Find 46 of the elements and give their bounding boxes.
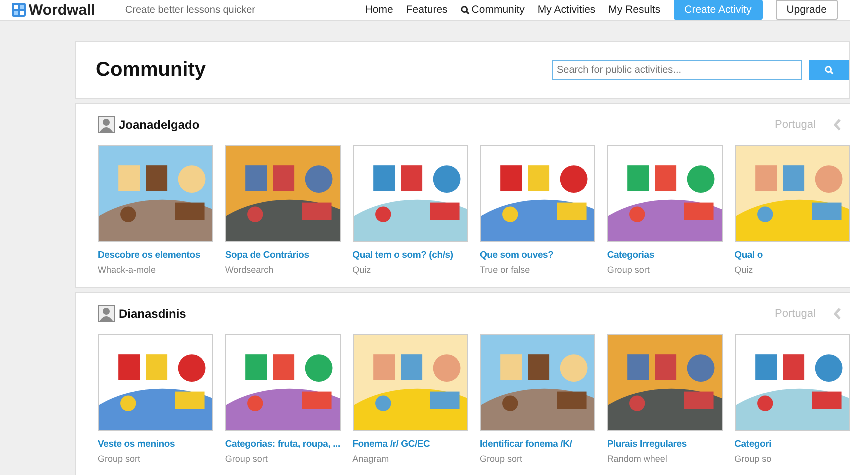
activity-type: Quiz: [352, 265, 372, 275]
activity-title[interactable]: Veste os meninos: [98, 439, 176, 450]
username[interactable]: Dianasdinis: [119, 306, 186, 320]
create-activity-button[interactable]: Create Activity: [674, 0, 763, 20]
activity-title[interactable]: Que som ouves?: [480, 250, 554, 261]
activity-title[interactable]: Sopa de Contrários: [225, 250, 310, 261]
activity-title[interactable]: Categori: [734, 439, 772, 450]
activity-title[interactable]: Qual o: [734, 250, 763, 261]
activity-type: Group sort: [225, 454, 268, 464]
activity-type: Group sort: [98, 454, 141, 464]
nav-link[interactable]: Community: [460, 4, 525, 16]
nav-link[interactable]: Home: [365, 4, 394, 16]
activity-type: Random wheel: [607, 454, 668, 464]
activity-title[interactable]: Categorias: fruta, roupa, ...: [225, 439, 340, 450]
username[interactable]: Joanadelgado: [119, 118, 200, 132]
activity-title[interactable]: Descobre os elementos: [98, 250, 200, 261]
avatar-icon: [98, 305, 115, 322]
activity-type: Anagram: [352, 454, 390, 464]
nav-link[interactable]: My Results: [608, 4, 661, 16]
activity-type: Group sort: [480, 454, 523, 464]
logo[interactable]: Wordwall: [12, 2, 96, 18]
page-title: Community: [96, 58, 206, 82]
activity-type: True or false: [480, 265, 530, 275]
activity-type: Quiz: [734, 265, 754, 275]
activity-type: Group sort: [607, 265, 650, 275]
search-field[interactable]: Search for public activities...: [552, 60, 802, 80]
search-button[interactable]: [809, 60, 849, 80]
activity-type: Whack-a-mole: [98, 265, 156, 275]
avatar-icon: [98, 116, 115, 133]
search-icon: [824, 66, 834, 74]
nav-link[interactable]: My Activities: [538, 4, 596, 16]
logo-text: Wordwall: [29, 2, 96, 18]
activity-type: Group so: [734, 454, 772, 464]
activity-type: Wordsearch: [225, 265, 274, 275]
search-icon: [460, 6, 470, 14]
tagline: Create better lessons quicker: [125, 4, 256, 16]
activity-title[interactable]: Identificar fonema /K/: [480, 439, 572, 450]
activity-title[interactable]: Fonema /r/ GC/EC: [352, 439, 430, 450]
country-label: Portugal: [775, 308, 816, 320]
activity-title[interactable]: Plurais Irregulares: [607, 439, 687, 450]
country-label: Portugal: [775, 118, 816, 130]
upgrade-button[interactable]: Upgrade: [776, 0, 838, 20]
activity-title[interactable]: Qual tem o som? (ch/s): [352, 250, 454, 261]
nav-link[interactable]: Features: [406, 4, 448, 16]
activity-title[interactable]: Categorias: [607, 250, 654, 261]
logo-icon: [12, 3, 26, 17]
